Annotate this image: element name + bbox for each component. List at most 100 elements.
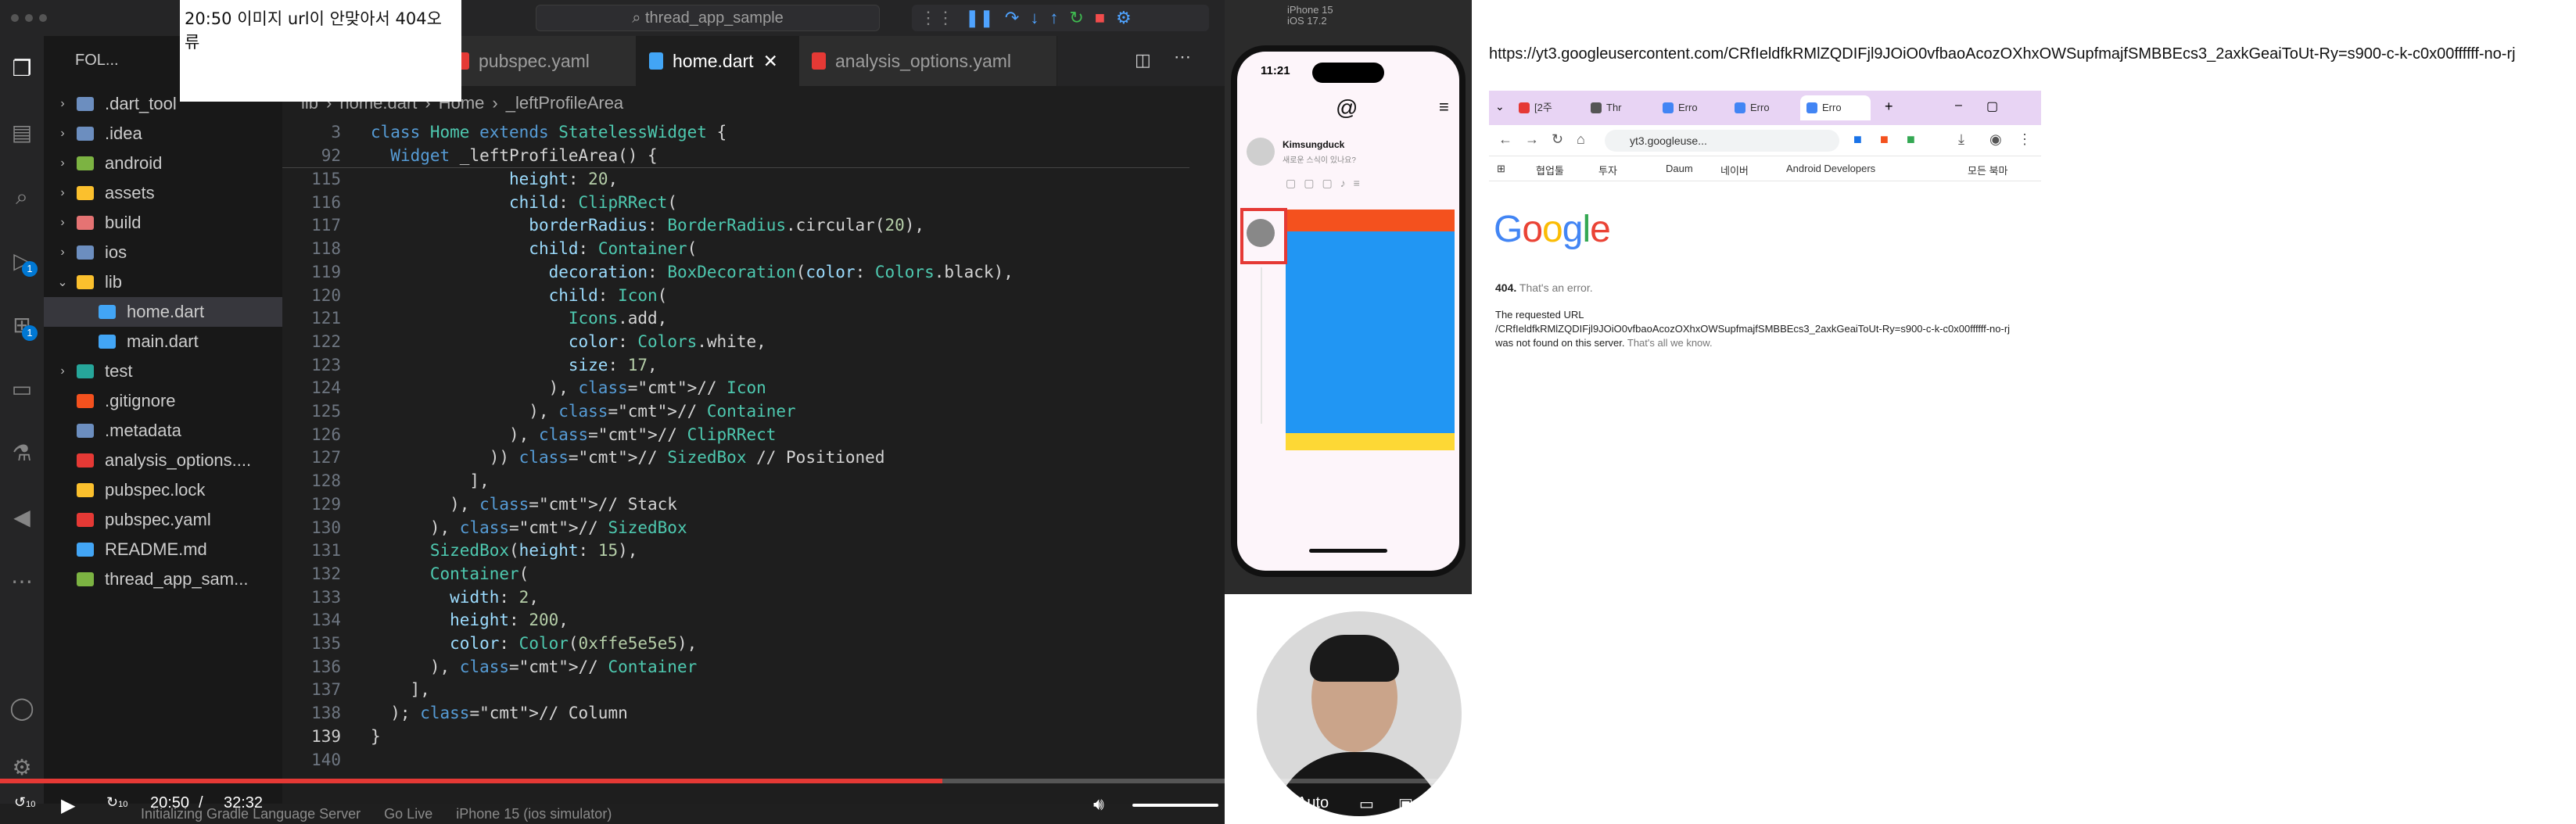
phone-screen[interactable]: 11:21 @ ≡ Kimsungduck 새로운 스식이 있나요? ▢▢▢♪≡ [1237,52,1459,571]
code-line[interactable]: 137 ], [282,678,1197,702]
bookmark-item[interactable]: 협업툴 [1536,163,1564,177]
file-tree-item[interactable]: › build [44,208,282,238]
file-tree-item[interactable]: .metadata [44,416,282,446]
file-tree-item[interactable]: › ios [44,238,282,267]
apps-grid-icon[interactable]: ⊞ [1497,163,1505,175]
tab-analysis-options[interactable]: analysis_options.yaml [799,36,1057,86]
profile-prompt[interactable]: 새로운 스식이 있나요? [1283,153,1356,165]
file-tree-item[interactable]: README.md [44,535,282,564]
bookmark-item[interactable]: 네이버 [1720,163,1749,177]
code-line[interactable]: 122 color: Colors.white, [282,330,1197,354]
code-line[interactable]: 133 width: 2, [282,586,1197,610]
code-line[interactable]: 121 Icons.add, [282,306,1197,331]
tab-home-dart[interactable]: home.dart ✕ [637,36,799,86]
code-line[interactable]: 118 child: Container( [282,237,1197,261]
devtools-icon[interactable]: ⚙ [1116,8,1132,28]
file-tree-item[interactable]: main.dart [44,327,282,356]
back-icon[interactable]: ← [1498,131,1512,148]
breadcrumb-item[interactable]: _leftProfileArea [506,93,623,113]
outline-icon[interactable]: ▤ [6,117,38,149]
step-out-icon[interactable]: ↑ [1049,8,1058,28]
code-line[interactable]: 125 ), class="cmt">// Container [282,399,1197,424]
code-line[interactable]: 119 decoration: BoxDecoration(color: Col… [282,260,1197,285]
account-icon[interactable]: ◯ [6,693,38,724]
browser-tab-active[interactable]: Erro [1800,95,1871,120]
file-tree-item[interactable]: › android [44,149,282,178]
code-line[interactable]: 130 ), class="cmt">// SizedBox [282,516,1197,540]
step-into-icon[interactable]: ↓ [1030,8,1039,28]
file-tree-item[interactable]: analysis_options.... [44,446,282,475]
flutter-icon[interactable]: ◀ [6,502,38,533]
restart-icon[interactable]: ↻ [1069,8,1083,28]
testing-icon[interactable]: ⚗ [6,438,38,469]
code-line[interactable]: 136 ), class="cmt">// Container [282,655,1197,679]
file-tree-item[interactable]: pubspec.lock [44,475,282,505]
extension-icon[interactable]: ■ [1907,131,1915,148]
explorer-icon[interactable]: ❐ [6,53,38,84]
code-line[interactable]: 126 ), class="cmt">// ClipRRect [282,423,1197,447]
browser-tab[interactable]: Thr [1584,95,1655,120]
new-tab-icon[interactable]: + [1885,99,1893,115]
file-tree-item[interactable]: pubspec.yaml [44,505,282,535]
volume-icon[interactable]: 🔊︎ [1093,794,1104,815]
split-editor-icon[interactable]: ◫ [1135,50,1151,70]
code-line[interactable]: 134 height: 200, [282,608,1197,632]
extension-icon[interactable]: ■ [1880,131,1889,148]
code-line[interactable]: 131 SizedBox(height: 15), [282,539,1197,563]
fullscreen-icon[interactable]: ⛶ [1437,794,1448,812]
bookmark-item[interactable]: Android Developers [1786,163,1875,174]
post-action-icons[interactable]: ▢▢▢♪≡ [1286,177,1368,190]
code-line[interactable]: 128 ], [282,469,1197,493]
traffic-light-zoom[interactable] [39,14,47,22]
file-tree-item[interactable]: › .idea [44,119,282,149]
avatar[interactable] [1247,138,1275,166]
forward-nav-icon[interactable]: → [1525,131,1539,148]
file-tree-item[interactable]: › assets [44,178,282,208]
code-line[interactable]: 139} [282,725,1197,749]
command-center-search[interactable]: ⌕ thread_app_sample [536,5,880,31]
code-line[interactable]: 127 )) class="cmt">// SizedBox // Positi… [282,446,1197,470]
tab-pubspec-yaml[interactable]: pubspec.yaml [443,36,637,86]
sticky-scroll-line[interactable]: 3 class Home extends StatelessWidget { [282,120,1197,145]
file-tree-item[interactable]: › test [44,356,282,386]
file-tree-item[interactable]: ⌄ lib [44,267,282,297]
file-tree-item[interactable]: .gitignore [44,386,282,416]
maximize-icon[interactable]: ▢ [1986,99,1998,114]
bookmark-item[interactable]: Daum [1666,163,1693,174]
more-actions-icon[interactable]: ⋯ [1174,47,1191,67]
volume-slider[interactable] [1132,804,1218,807]
extensions-icon[interactable]: ⊞ 1 [6,310,38,341]
reload-icon[interactable]: ↻ [1552,131,1563,148]
traffic-light-close[interactable] [11,14,19,22]
captions-icon[interactable]: ▭ [1359,794,1374,814]
code-editor[interactable]: 3 class Home extends StatelessWidget {92 … [282,120,1490,788]
play-icon[interactable]: ▶ [61,794,75,817]
download-icon[interactable]: ⤓ [1958,131,1964,148]
sticky-scroll-line[interactable]: 92 Widget _leftProfileArea() { [282,144,1197,168]
forward-icon[interactable]: ↻10 [106,794,127,811]
search-icon[interactable]: ⌕ [6,181,38,213]
tab-list-icon[interactable]: ⌄ [1495,100,1505,113]
step-over-icon[interactable]: ↷ [1005,8,1019,28]
pip-icon[interactable]: ▣ [1398,794,1413,814]
bookmark-item[interactable]: 투자 [1598,163,1617,177]
bookmark-item[interactable]: 모든 북마 [1968,163,2007,177]
remote-explorer-icon[interactable]: ▭ [6,374,38,405]
file-tree-item[interactable]: thread_app_sam... [44,564,282,594]
code-line[interactable]: 115 height: 20, [282,167,1197,192]
browser-tab[interactable]: Erro [1728,95,1799,120]
address-bar[interactable]: yt3.googleuse... [1605,130,1839,152]
profile-icon[interactable]: ◉ [1989,131,2002,148]
menu-dots-icon[interactable]: ⋮ [2018,131,2032,148]
stop-icon[interactable]: ■ [1095,8,1105,28]
file-tree-item[interactable]: home.dart [44,297,282,327]
home-indicator[interactable] [1309,549,1387,553]
run-debug-icon[interactable]: ▷ 1 [6,245,38,277]
code-line[interactable]: 124 ), class="cmt">// Icon [282,376,1197,400]
drag-handle-icon[interactable]: ⋮⋮ [920,8,954,28]
code-line[interactable]: 140 [282,748,1197,772]
minimize-icon[interactable]: – [1955,99,1962,113]
code-line[interactable]: 138 ); class="cmt">// Column [282,701,1197,725]
code-line[interactable]: 120 child: Icon( [282,284,1197,308]
browser-tab[interactable]: [2주 [1512,95,1583,120]
